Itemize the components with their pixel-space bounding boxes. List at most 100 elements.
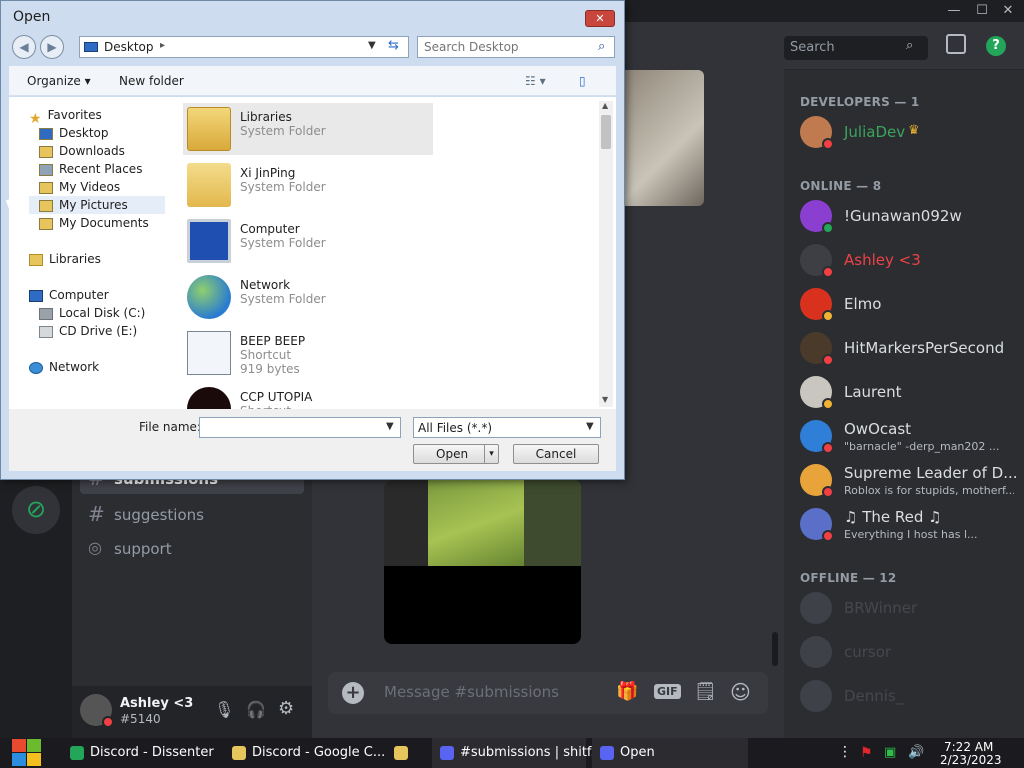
nav-network[interactable]: Network bbox=[29, 358, 99, 376]
libraries-folder-icon bbox=[187, 107, 231, 151]
file-list-scrollbar[interactable]: ▲ ▼ bbox=[599, 101, 613, 407]
file-item[interactable]: CCP UTOPIAShortcut bbox=[181, 383, 431, 409]
member-item[interactable]: Ashley <3 bbox=[800, 240, 1020, 280]
view-options-icon[interactable]: ☷ ▾ bbox=[525, 74, 546, 88]
add-attachment-icon[interactable]: + bbox=[342, 682, 364, 704]
file-item[interactable]: Libraries System Folder bbox=[181, 103, 431, 155]
recent-places-icon bbox=[39, 163, 53, 176]
file-name-input[interactable]: ▼ bbox=[199, 417, 401, 438]
nav-recent-places[interactable]: Recent Places bbox=[39, 160, 142, 178]
gift-icon[interactable]: 🎁 bbox=[616, 681, 638, 702]
task-label: #submissions | shitf... bbox=[460, 745, 603, 760]
scroll-up-icon[interactable]: ▲ bbox=[602, 101, 608, 110]
gear-icon[interactable]: ⚙ bbox=[278, 698, 294, 719]
task-discord-submissions-icon bbox=[440, 746, 454, 760]
chat-scrollbar[interactable] bbox=[772, 632, 778, 666]
minimize-button[interactable]: — bbox=[944, 2, 964, 20]
file-item[interactable]: Computer System Folder bbox=[181, 215, 431, 267]
search-input[interactable]: Search ⌕ bbox=[784, 36, 928, 60]
nav-desktop[interactable]: Desktop bbox=[39, 124, 109, 142]
nav-my-documents[interactable]: My Documents bbox=[39, 214, 149, 232]
organize-button[interactable]: Organize ▾ bbox=[27, 74, 91, 88]
scroll-thumb[interactable] bbox=[601, 115, 611, 149]
scroll-down-icon[interactable]: ▼ bbox=[602, 395, 608, 404]
clock-time[interactable]: 7:22 AM bbox=[944, 740, 993, 754]
nav-my-pictures[interactable]: My Pictures bbox=[39, 196, 128, 214]
message-video[interactable] bbox=[384, 480, 581, 644]
close-button[interactable]: ✕ bbox=[585, 10, 615, 27]
member-item[interactable]: OwOcast "barnacle" -derp_man202 ... bbox=[800, 416, 1020, 456]
nav-label: My Pictures bbox=[59, 198, 128, 212]
headphones-icon[interactable]: 🎧 bbox=[246, 700, 266, 719]
gif-button[interactable]: GIF bbox=[654, 684, 681, 699]
file-item[interactable]: BEEP BEEP Shortcut 919 bytes bbox=[181, 327, 431, 379]
file-name-label: File name: bbox=[139, 420, 201, 434]
overflow-menu-icon[interactable]: ⋮ bbox=[838, 744, 852, 760]
nav-computer[interactable]: Computer bbox=[29, 286, 109, 304]
member-item[interactable]: !Gunawan092w bbox=[800, 196, 1020, 236]
inbox-icon[interactable] bbox=[946, 34, 966, 54]
address-bar[interactable]: Desktop ▸ ▼ ⇆ bbox=[79, 36, 409, 58]
hash-icon: # bbox=[88, 502, 105, 526]
close-window-button[interactable]: ✕ bbox=[998, 2, 1018, 20]
network-tray-icon[interactable]: ▣ bbox=[884, 745, 896, 760]
search-input[interactable] bbox=[424, 40, 594, 54]
file-name: Network bbox=[240, 278, 291, 292]
member-item[interactable]: BRWinner bbox=[800, 588, 1020, 628]
member-item[interactable]: HitMarkersPerSecond bbox=[800, 328, 1020, 368]
file-type-select[interactable]: All Files (*.*) ▼ bbox=[413, 417, 601, 438]
computer-icon bbox=[187, 219, 231, 263]
explore-servers-button[interactable]: ⊘ bbox=[12, 486, 60, 534]
new-folder-button[interactable]: New folder bbox=[119, 74, 184, 88]
member-item[interactable]: Dennis_ bbox=[800, 676, 1020, 716]
search-icon: ⌕ bbox=[906, 38, 914, 53]
back-button[interactable]: ◀ bbox=[12, 35, 36, 59]
dialog-toolbar: Organize ▾ New folder ☷ ▾ ▯ bbox=[9, 66, 616, 96]
file-item[interactable]: Network System Folder bbox=[181, 271, 431, 323]
member-name: BRWinner bbox=[844, 599, 918, 617]
flag-icon[interactable]: ⚑ bbox=[860, 745, 873, 761]
search-icon[interactable]: ⌕ bbox=[598, 39, 605, 54]
start-button[interactable] bbox=[10, 738, 44, 768]
chevron-down-icon[interactable]: ▼ bbox=[386, 421, 394, 432]
microphone-icon[interactable]: 🎙 bbox=[214, 700, 234, 719]
split-arrow-icon[interactable]: ▾ bbox=[484, 445, 498, 463]
member-item[interactable]: cursor bbox=[800, 632, 1020, 672]
search-box[interactable]: ⌕ bbox=[417, 36, 615, 58]
nav-libraries[interactable]: Libraries bbox=[29, 250, 101, 268]
nav-label: Computer bbox=[49, 288, 109, 302]
nav-local-disk[interactable]: Local Disk (C:) bbox=[39, 304, 145, 322]
preview-pane-icon[interactable]: ▯ bbox=[579, 74, 586, 88]
task-explorer[interactable] bbox=[386, 738, 426, 768]
nav-my-videos[interactable]: My Videos bbox=[39, 178, 120, 196]
member-item[interactable]: ♫ The Red ♫ Everything I host has l... bbox=[800, 504, 1020, 544]
nav-downloads[interactable]: Downloads bbox=[39, 142, 125, 160]
emoji-icon[interactable]: ☺ bbox=[730, 680, 751, 704]
task-discord-dissenter-icon bbox=[70, 746, 84, 760]
help-icon[interactable]: ? bbox=[986, 36, 1006, 56]
refresh-icon[interactable]: ⇆ bbox=[388, 38, 399, 53]
nav-cd-drive[interactable]: CD Drive (E:) bbox=[39, 322, 137, 340]
clock-date[interactable]: 2/23/2023 bbox=[940, 753, 1002, 767]
forward-button[interactable]: ▶ bbox=[40, 35, 64, 59]
member-item[interactable]: Laurent bbox=[800, 372, 1020, 412]
cancel-button[interactable]: Cancel bbox=[513, 444, 599, 464]
task-open-dialog[interactable]: Open bbox=[592, 738, 748, 768]
member-juliadev[interactable]: JuliaDev ♛ bbox=[800, 112, 1020, 152]
message-image-top[interactable] bbox=[624, 70, 704, 206]
volume-icon[interactable]: 🔊 bbox=[908, 745, 924, 760]
chevron-down-icon[interactable]: ▼ bbox=[368, 40, 376, 51]
file-item[interactable]: Xi JinPing System Folder bbox=[181, 159, 431, 211]
task-chrome[interactable]: Discord - Google C... bbox=[224, 738, 385, 768]
member-item[interactable]: Elmo bbox=[800, 284, 1020, 324]
nav-favorites[interactable]: ★ Favorites bbox=[29, 106, 102, 127]
task-discord-submissions[interactable]: #submissions | shitf... bbox=[432, 738, 603, 768]
task-discord-dissenter[interactable]: Discord - Dissenter bbox=[62, 738, 218, 768]
open-button[interactable]: Open ▾ bbox=[413, 444, 499, 464]
member-item[interactable]: Supreme Leader of D... Roblox is for stup… bbox=[800, 460, 1020, 500]
desktop-icon bbox=[39, 127, 53, 140]
file-name: CCP UTOPIA bbox=[240, 390, 313, 404]
message-input[interactable]: + Message #submissions 🎁 GIF 🗒 ☺ bbox=[328, 672, 768, 714]
sticker-icon[interactable]: 🗒 bbox=[694, 681, 717, 702]
maximize-button[interactable]: ☐ bbox=[972, 2, 992, 20]
